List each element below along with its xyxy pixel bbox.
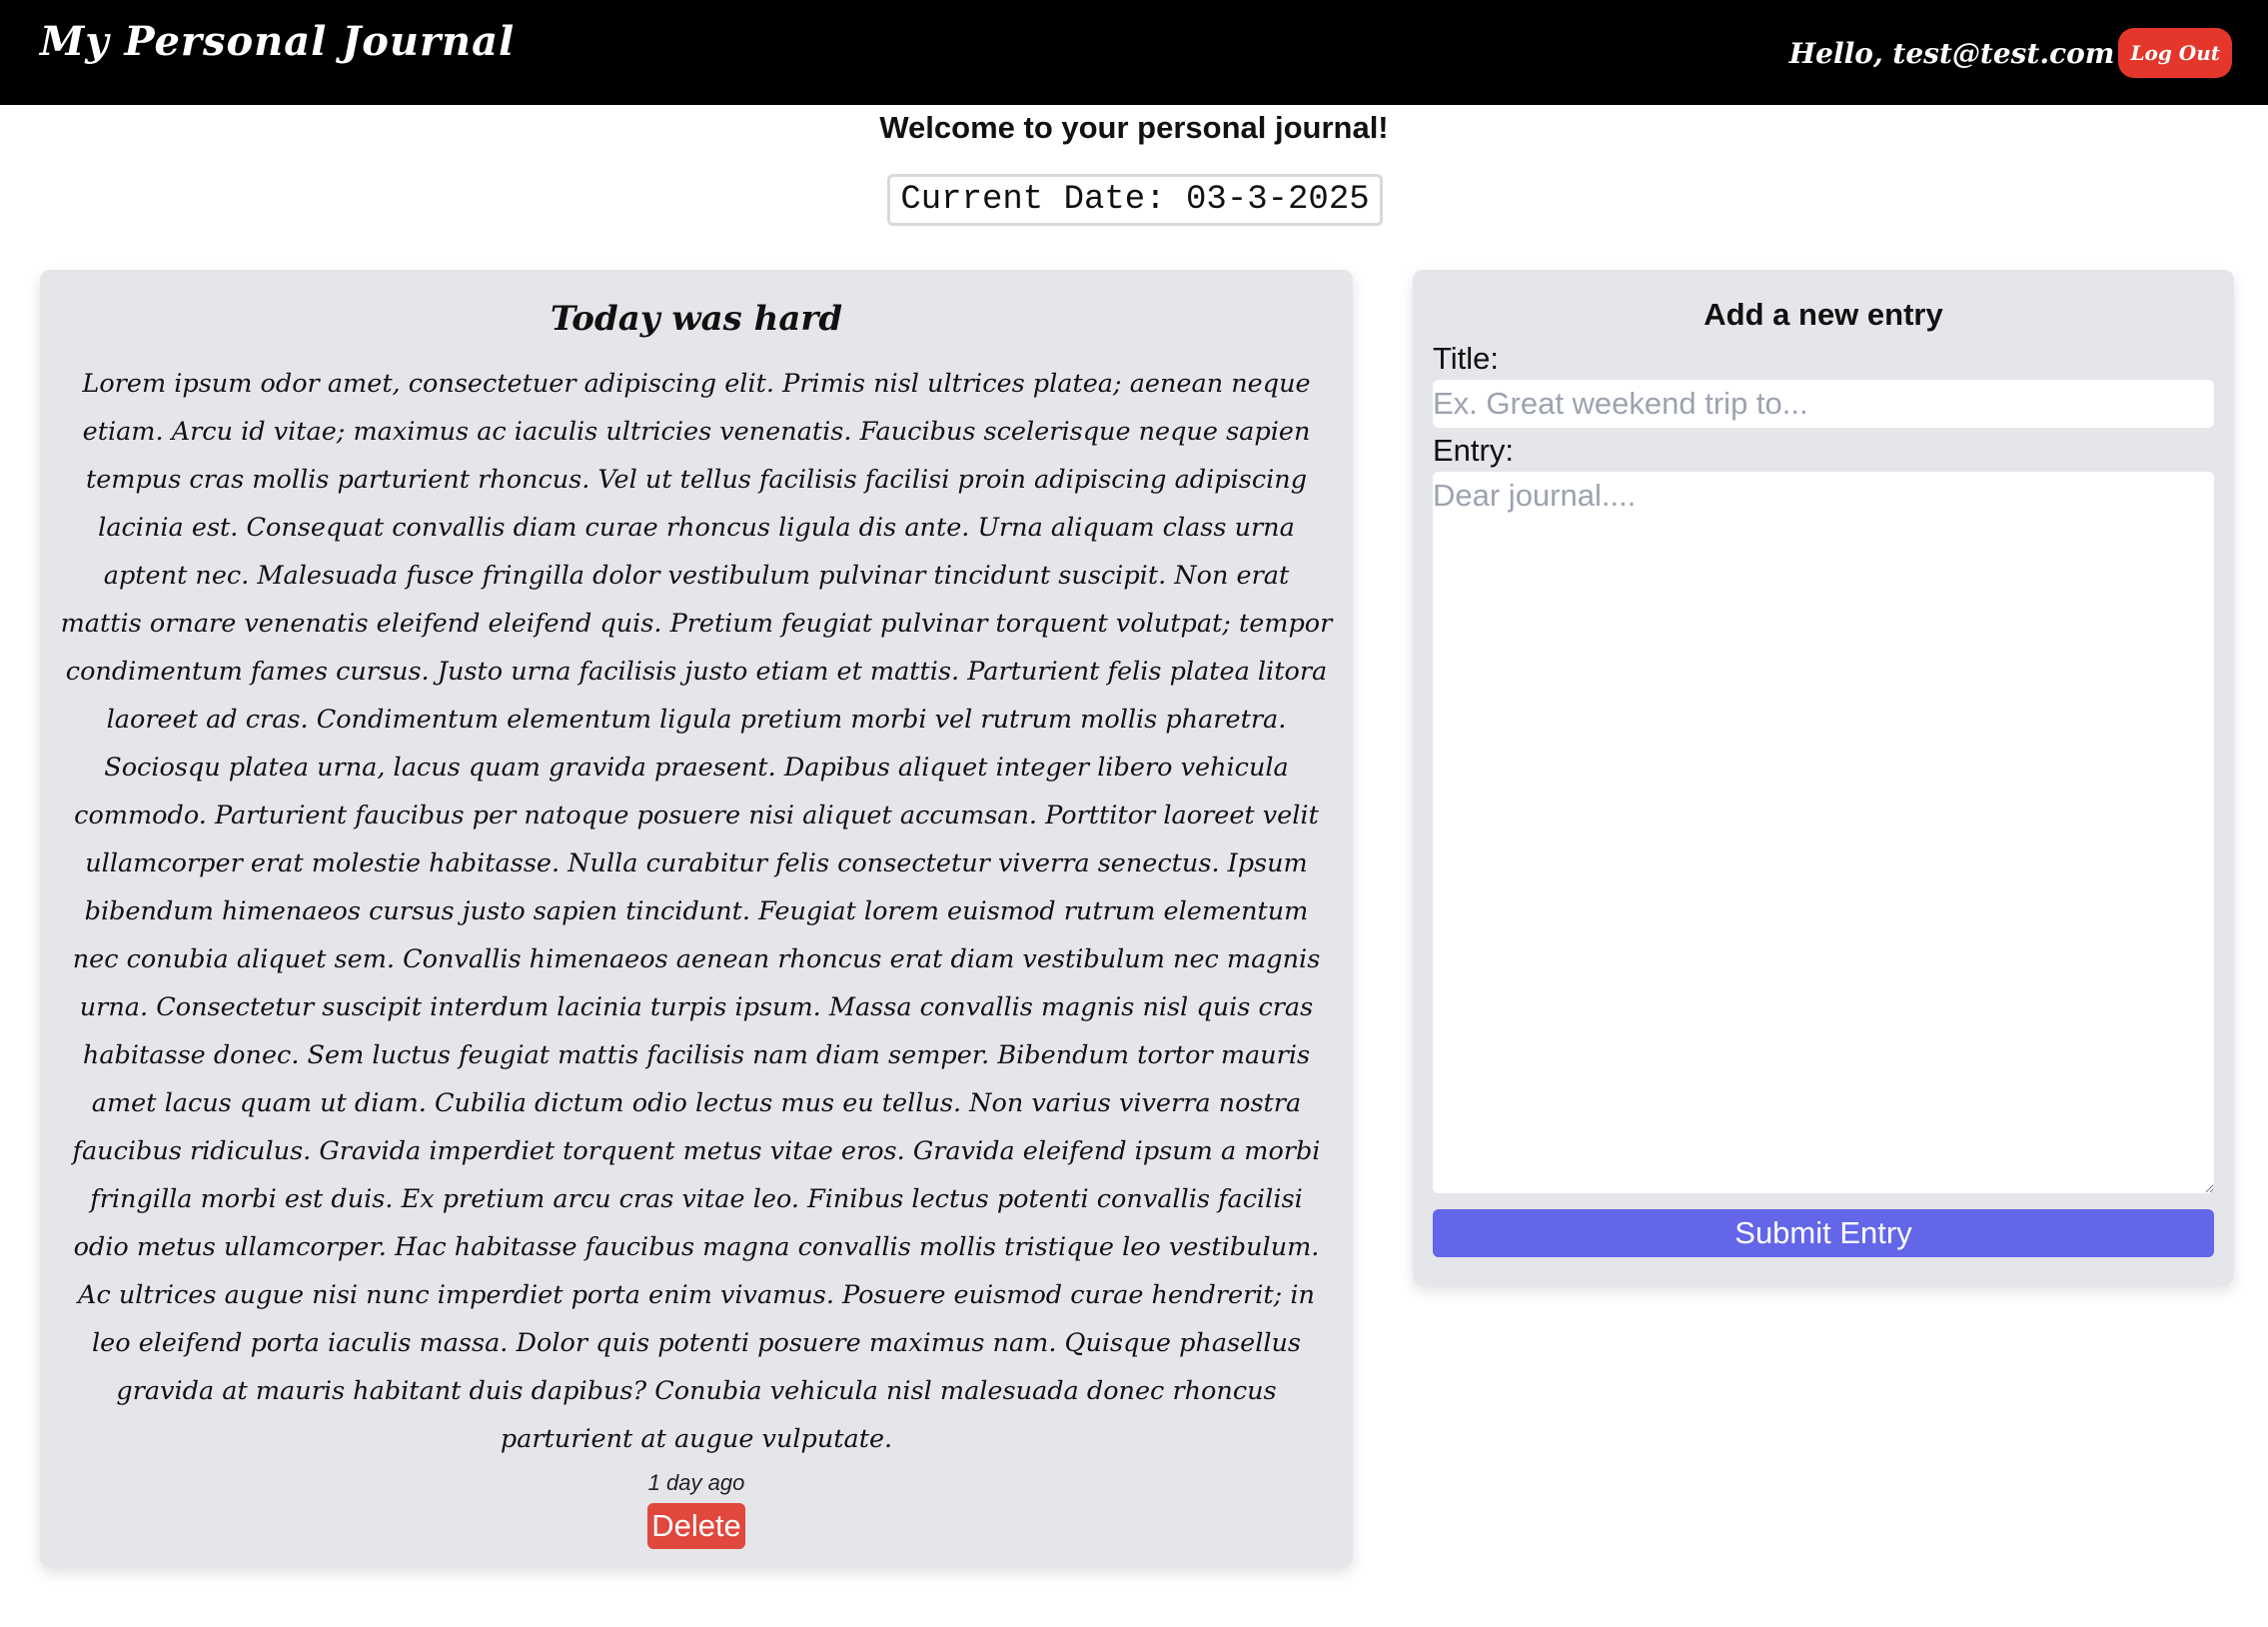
entry-title: Today was hard [550, 299, 843, 339]
title-label: Title: [1433, 341, 1500, 376]
journal-entry-card: Today was hard Lorem ipsum odor amet, co… [40, 270, 1353, 1567]
new-entry-card: Add a new entry Title: Entry: Submit Ent… [1413, 270, 2234, 1285]
new-entry-heading: Add a new entry [1703, 297, 1943, 332]
user-greeting: Hello, test@test.com [1788, 36, 2115, 70]
welcome-heading: Welcome to your personal journal! [879, 110, 1389, 145]
submit-entry-button[interactable]: Submit Entry [1433, 1209, 2214, 1257]
logout-button[interactable]: Log Out [2118, 28, 2232, 78]
current-date: Current Date: 03-3-2025 [887, 174, 1383, 226]
entry-label: Entry: [1433, 433, 1514, 468]
entry-body: Lorem ipsum odor amet, consectetuer adip… [60, 369, 1333, 1454]
delete-entry-button[interactable]: Delete [647, 1503, 745, 1549]
app-title: My Personal Journal [40, 18, 516, 65]
user-area: Hello, test@test.com Log Out [1789, 28, 2232, 78]
entry-textarea[interactable] [1433, 472, 2214, 1193]
navbar: My Personal Journal Hello, test@test.com… [0, 0, 2268, 105]
title-input[interactable] [1433, 380, 2214, 428]
entry-timestamp: 1 day ago [647, 1470, 745, 1495]
